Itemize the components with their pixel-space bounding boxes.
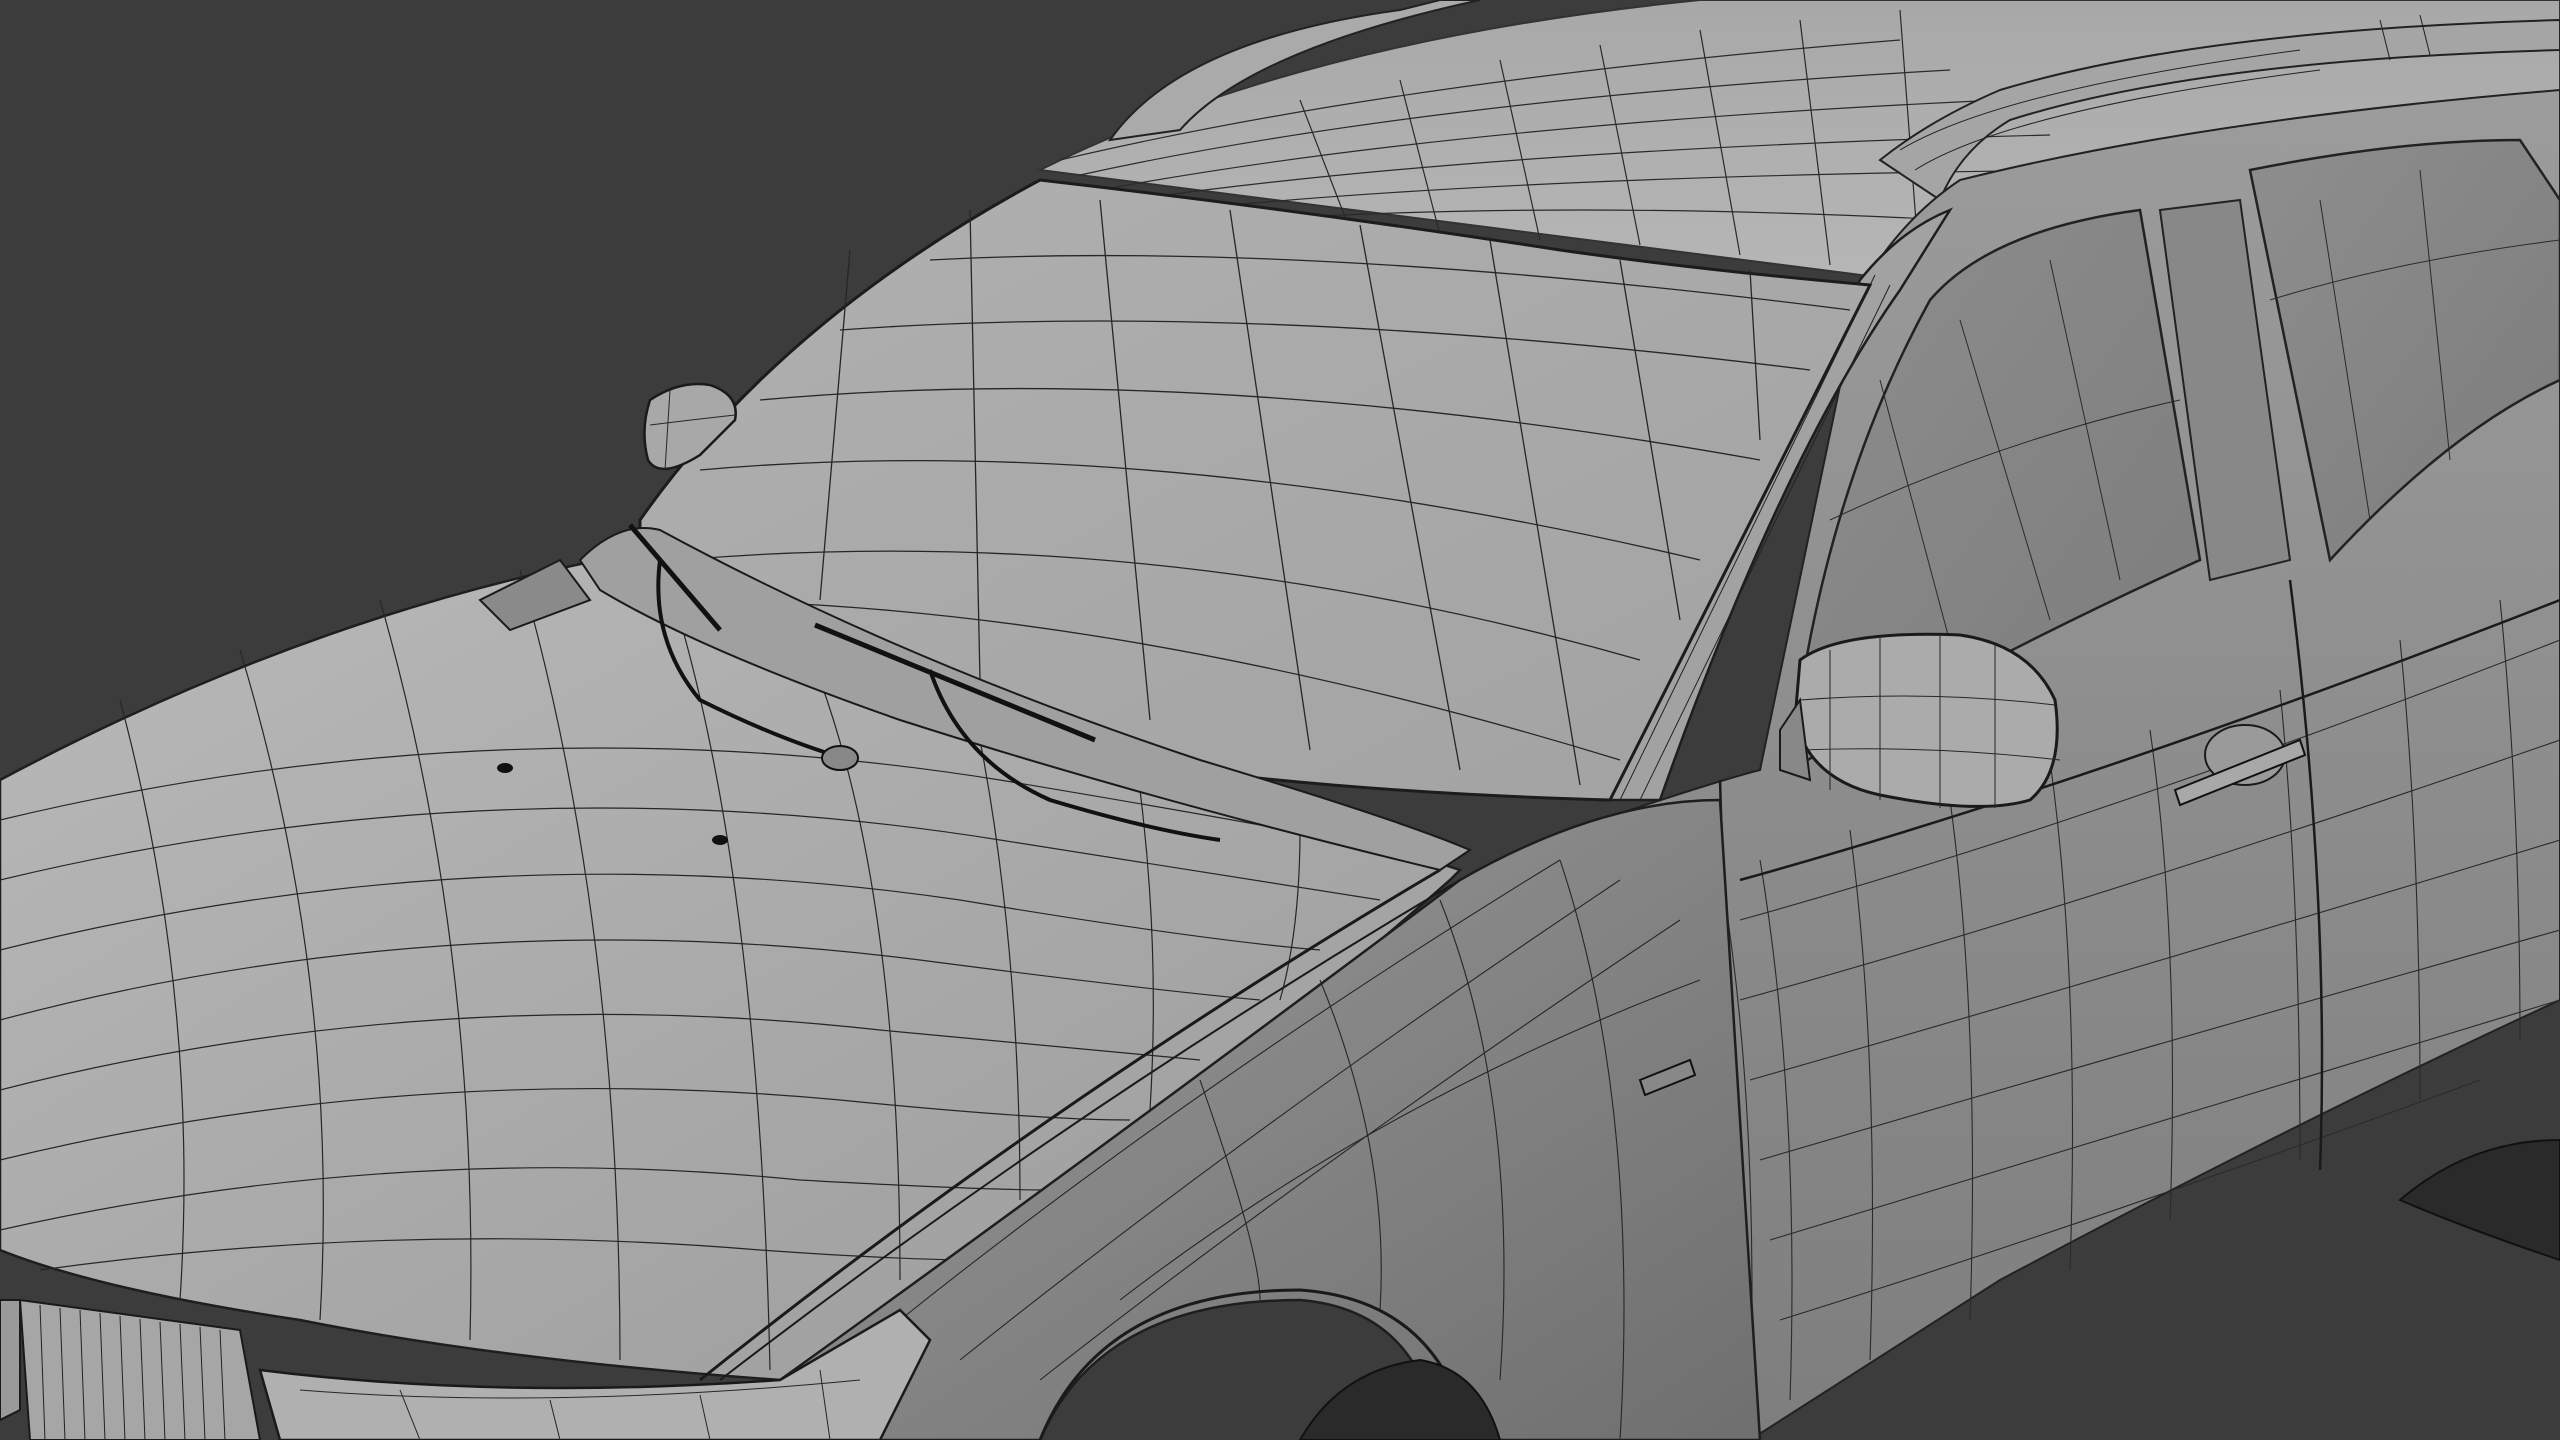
rear-tire xyxy=(2398,1138,2560,1262)
car-model-render xyxy=(0,0,2560,1440)
3d-viewport[interactable] xyxy=(0,0,2560,1440)
washer-nozzle-right xyxy=(712,835,728,845)
front-grille xyxy=(0,1298,262,1440)
washer-nozzle-left xyxy=(497,763,513,773)
